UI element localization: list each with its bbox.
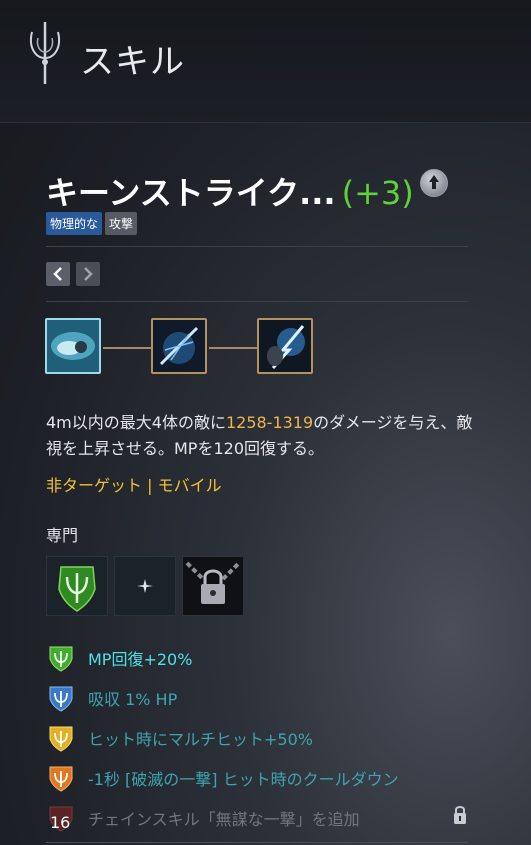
chain-skill-1[interactable] bbox=[45, 318, 101, 374]
prev-button[interactable] bbox=[46, 262, 70, 286]
skill-nav bbox=[46, 262, 100, 286]
bonus-text: ヒット時にマルチヒット+50% bbox=[88, 730, 313, 749]
sparkle-icon bbox=[137, 579, 153, 593]
divider bbox=[46, 246, 468, 247]
padlock-chain-icon bbox=[185, 561, 241, 604]
desc-part1: 4m以内の最大4体の敵に bbox=[46, 413, 226, 432]
spec-slot-1[interactable] bbox=[46, 556, 108, 616]
chevron-right-icon bbox=[84, 267, 93, 281]
locked-badge: 16 bbox=[46, 803, 76, 833]
bonus-row: 吸収 1% HP bbox=[46, 678, 476, 718]
bonus-row: MP回復+20% bbox=[46, 638, 476, 678]
spec-slot-2[interactable] bbox=[114, 556, 176, 616]
lightning-slash-icon bbox=[259, 320, 311, 372]
chain-skill-3[interactable] bbox=[257, 318, 313, 374]
lock-icon bbox=[454, 806, 466, 824]
bonus-row-locked: 16 チェインスキル「無謀な一撃」を追加 bbox=[46, 798, 476, 838]
trident-badge-icon bbox=[49, 686, 73, 712]
bonus-text: MP回復+20% bbox=[88, 650, 193, 669]
next-button[interactable] bbox=[76, 262, 100, 286]
trident-shield-icon bbox=[58, 566, 96, 612]
tag-physical: 物理的な bbox=[46, 212, 103, 235]
skill-level: (+3) bbox=[341, 174, 414, 212]
divider bbox=[46, 301, 468, 302]
bonus-text: -1秒 [破滅の一撃] ヒット時のクールダウン bbox=[88, 770, 399, 789]
chain-connector bbox=[103, 347, 151, 349]
bonus-row: ヒット時にマルチヒット+50% bbox=[46, 718, 476, 758]
bonus-text: 吸収 1% HP bbox=[88, 690, 178, 709]
keen-strike-icon bbox=[47, 320, 99, 372]
specialization-slots bbox=[46, 556, 244, 616]
damage-range: 1258-1319 bbox=[225, 413, 314, 432]
trident-emblem-icon bbox=[30, 22, 60, 84]
required-level: 16 bbox=[50, 813, 71, 832]
bonus-row: -1秒 [破滅の一撃] ヒット時のクールダウン bbox=[46, 758, 476, 798]
page-title: スキル bbox=[80, 42, 185, 82]
trident-badge-icon bbox=[49, 646, 73, 672]
skill-tags: 物理的な 攻撃 bbox=[46, 212, 138, 235]
specialization-bonuses: MP回復+20% 吸収 1% HP ヒット時にマルチヒット+50% -1秒 [破… bbox=[46, 638, 476, 838]
chain-connector bbox=[209, 347, 257, 349]
divider bbox=[46, 842, 468, 843]
specialization-label: 専門 bbox=[46, 526, 79, 545]
trident-badge-icon bbox=[49, 726, 73, 752]
targeting-type: 非ターゲット | モバイル bbox=[46, 476, 222, 495]
sword-strike-icon bbox=[153, 320, 205, 372]
skill-name: キーンストライク... (+3) bbox=[46, 168, 414, 214]
arrow-up-icon[interactable] bbox=[420, 169, 448, 197]
trident-badge-icon bbox=[49, 766, 73, 792]
chevron-left-icon bbox=[53, 267, 62, 281]
spec-slot-3[interactable] bbox=[182, 556, 244, 616]
skill-name-text: キーンストライク... bbox=[46, 174, 336, 212]
tag-attack: 攻撃 bbox=[105, 212, 138, 235]
skill-description: 4m以内の最大4体の敵に1258-1319のダメージを与え、敵視を上昇させる。M… bbox=[46, 410, 476, 462]
window-header: スキル bbox=[0, 0, 531, 123]
chain-skill-2[interactable] bbox=[151, 318, 207, 374]
bonus-text: チェインスキル「無謀な一撃」を追加 bbox=[88, 810, 360, 829]
skill-chain bbox=[45, 318, 315, 378]
